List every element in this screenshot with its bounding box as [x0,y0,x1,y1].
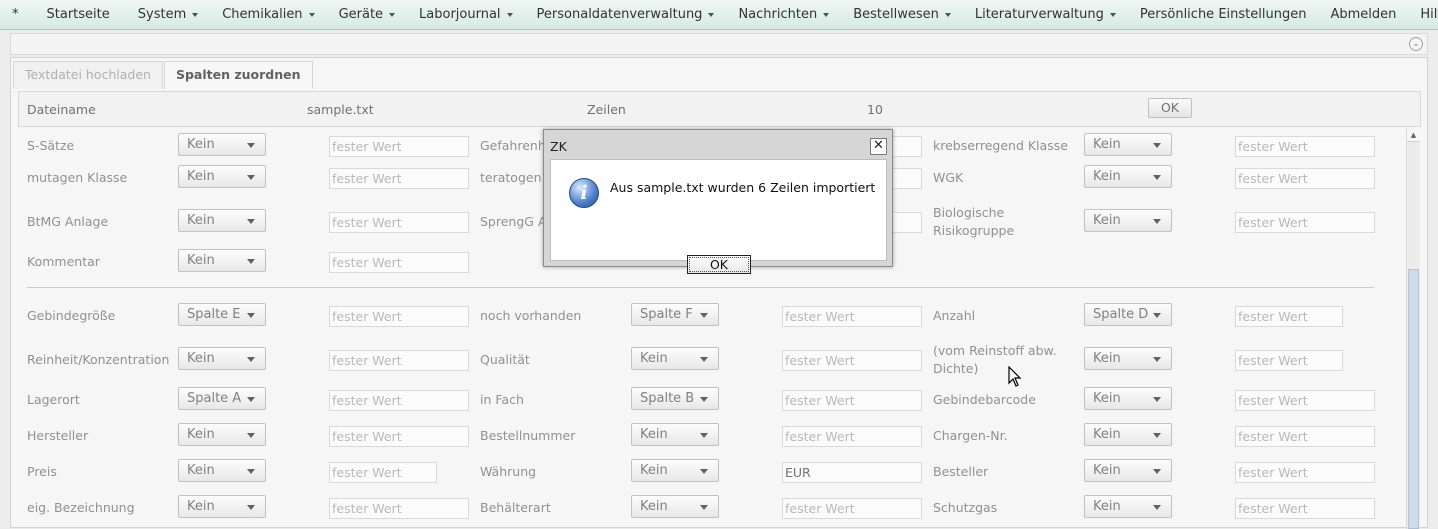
dialog-title: ZK [550,139,567,154]
dialog-body: i Aus sample.txt wurden 6 Zeilen importi… [550,159,887,274]
dialog-ok-button[interactable]: OK [687,255,751,274]
message-dialog: ZK ✕ i Aus sample.txt wurden 6 Zeilen im… [543,129,893,274]
close-icon[interactable]: ✕ [870,138,887,155]
info-icon: i [569,178,599,208]
mouse-cursor-icon [1008,366,1022,387]
dialog-message: Aus sample.txt wurden 6 Zeilen importier… [610,180,876,195]
